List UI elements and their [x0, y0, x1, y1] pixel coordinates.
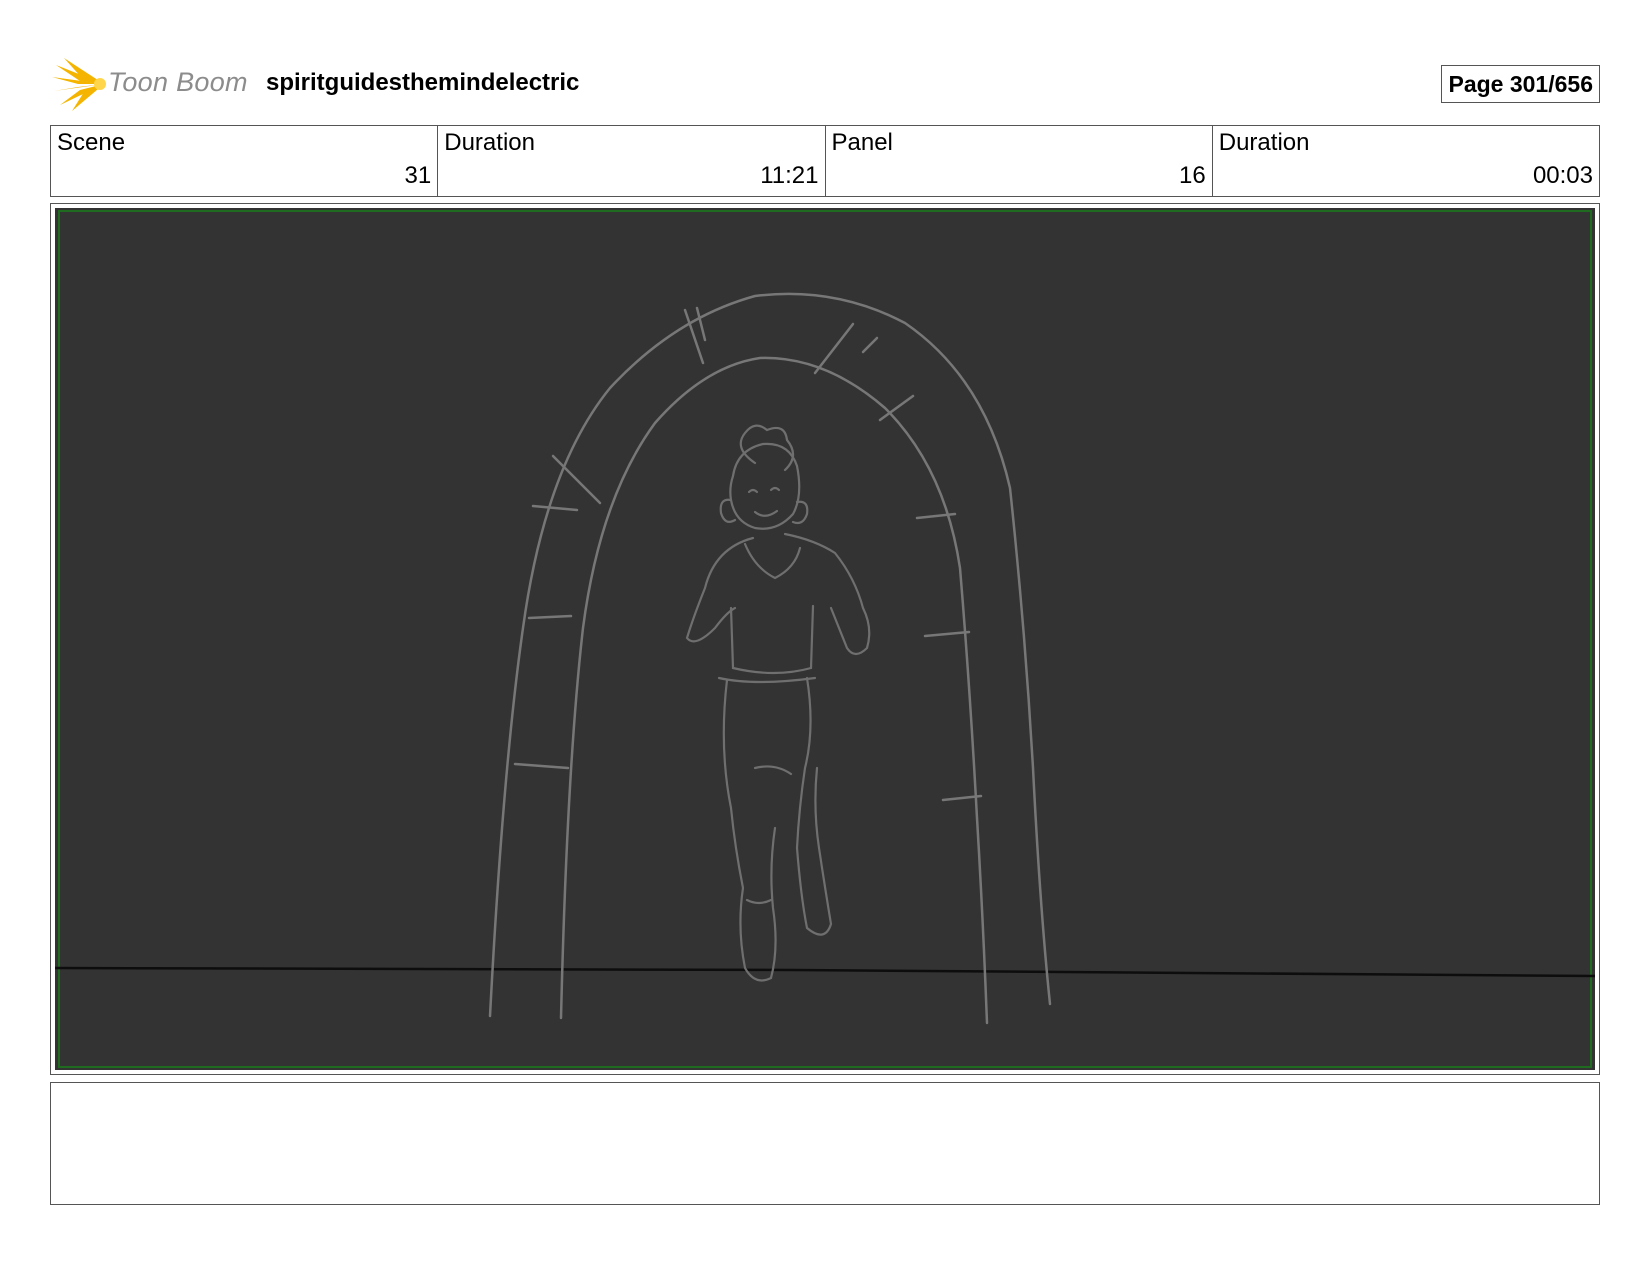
scene-info-table: Scene 31 Duration 11:21 Panel 16 Duratio… — [50, 125, 1600, 197]
storyboard-panel-frame — [50, 203, 1600, 1075]
character-sketch — [685, 424, 871, 982]
panel-notes-box — [50, 1082, 1600, 1205]
panel-value: 16 — [1179, 162, 1206, 189]
panel-sketch — [55, 210, 1595, 1068]
scene-duration-value: 11:21 — [760, 162, 819, 189]
page-number: Page 301/656 — [1441, 65, 1600, 103]
logo-text: Toon Boom — [108, 67, 248, 97]
page-header: Toon Boom spiritguidesthemindelectric Pa… — [50, 55, 1600, 115]
storyboard-panel-image — [55, 208, 1595, 1070]
panel-label: Panel — [831, 129, 893, 156]
toon-boom-logo: Toon Boom — [50, 55, 250, 113]
scene-label: Scene — [57, 129, 126, 156]
panel-duration-value: 00:03 — [1532, 162, 1593, 189]
panel-cell: Panel 16 — [826, 126, 1213, 196]
scene-value: 31 — [404, 162, 432, 189]
starburst-icon — [52, 58, 106, 111]
scene-cell: Scene 31 — [51, 126, 439, 196]
panel-duration-label: Duration — [1218, 129, 1310, 156]
scene-duration-cell: Duration 11:21 — [438, 126, 826, 196]
horizon-line — [55, 966, 1595, 978]
stone-arch — [488, 292, 1052, 1025]
safe-frame — [58, 210, 1592, 1068]
panel-duration-cell: Duration 00:03 — [1213, 126, 1599, 196]
project-title: spiritguidesthemindelectric — [266, 69, 580, 96]
scene-duration-label: Duration — [444, 129, 535, 156]
